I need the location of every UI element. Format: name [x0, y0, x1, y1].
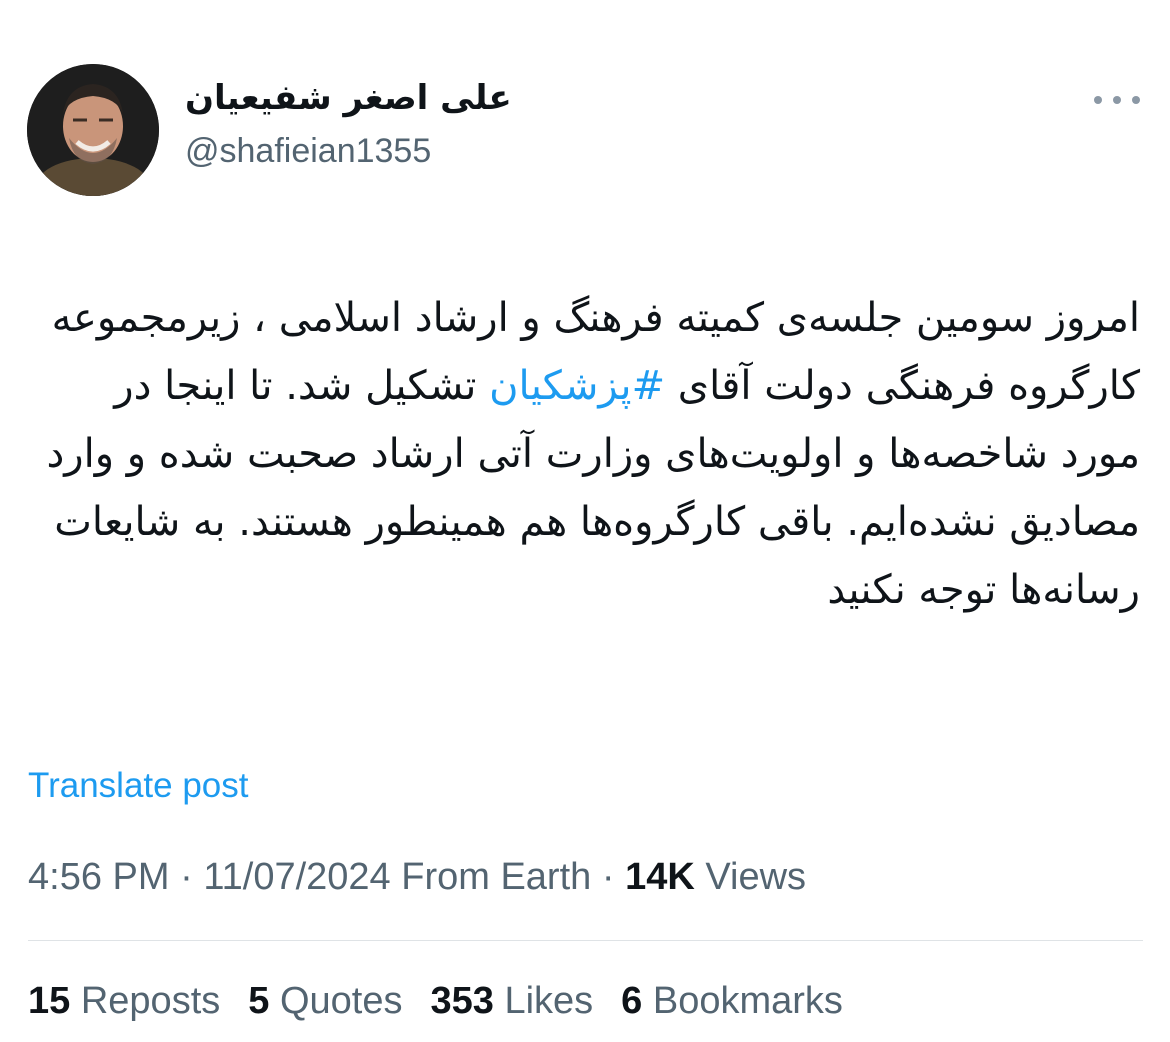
author-display-name[interactable]: علی اصغر شفیعیان — [185, 78, 512, 118]
tweet-text: امروز سومین جلسه‌ی کمیته فرهنگ و ارشاد ا… — [28, 284, 1140, 624]
tweet-meta: 4:56 PM · 11/07/2024 From Earth · 14K Vi… — [28, 856, 806, 899]
likes-count: 353 — [430, 980, 494, 1022]
meta-separator: · — [591, 856, 626, 898]
more-dot — [1113, 96, 1121, 104]
likes-stat[interactable]: 353 Likes — [430, 980, 593, 1023]
reposts-count: 15 — [28, 980, 71, 1022]
hashtag-link[interactable]: #پزشکیان — [489, 363, 665, 409]
more-dot — [1094, 96, 1102, 104]
avatar[interactable] — [27, 64, 159, 196]
quotes-count: 5 — [248, 980, 270, 1022]
reposts-label: Reposts — [80, 980, 221, 1022]
tweet-date[interactable]: 11/07/2024 — [203, 856, 390, 898]
more-dot — [1132, 96, 1140, 104]
tweet-source: From Earth — [390, 856, 592, 898]
likes-label: Likes — [504, 980, 594, 1022]
engagement-stats: 15 Reposts 5 Quotes 353 Likes 6 Bookmark… — [28, 980, 843, 1023]
views-label: Views — [694, 856, 807, 898]
meta-separator: · — [169, 856, 204, 898]
tweet-time[interactable]: 4:56 PM — [28, 856, 170, 898]
bookmarks-label: Bookmarks — [652, 980, 843, 1022]
reposts-stat[interactable]: 15 Reposts — [28, 980, 220, 1023]
views-count: 14K — [625, 856, 695, 898]
avatar-image — [27, 64, 159, 196]
author-handle[interactable]: @shafieian1355 — [185, 132, 431, 171]
bookmarks-count: 6 — [621, 980, 643, 1022]
more-horizontal-icon[interactable] — [1094, 88, 1140, 112]
quotes-label: Quotes — [279, 980, 403, 1022]
bookmarks-stat[interactable]: 6 Bookmarks — [621, 980, 843, 1023]
divider — [28, 940, 1143, 941]
translate-post-link[interactable]: Translate post — [28, 766, 248, 806]
quotes-stat[interactable]: 5 Quotes — [248, 980, 402, 1023]
